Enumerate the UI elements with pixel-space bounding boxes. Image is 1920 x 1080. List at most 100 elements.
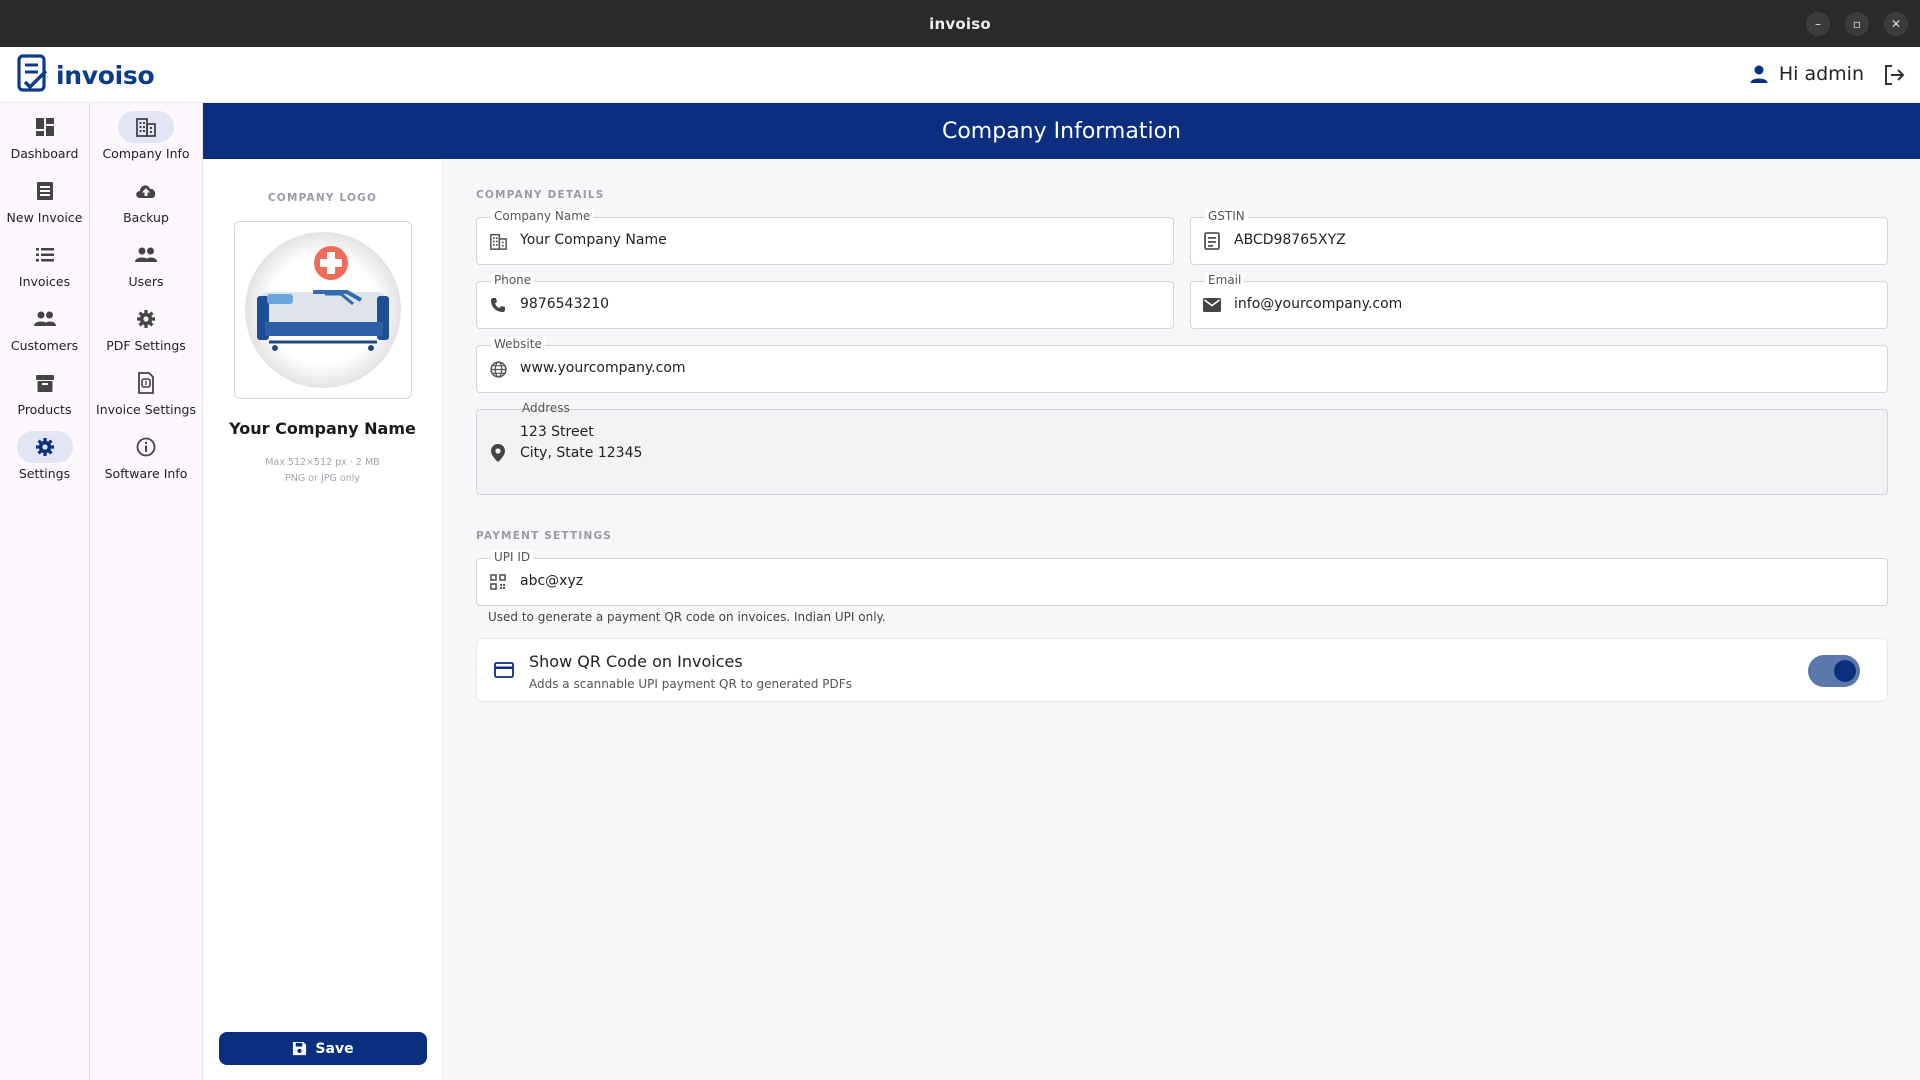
field-label: GSTIN [1205, 209, 1248, 223]
show-qr-toggle[interactable] [1808, 655, 1860, 687]
website-field[interactable]: Website www.yourcompany.com [476, 337, 1888, 393]
minimize-button[interactable]: – [1806, 12, 1830, 36]
address-input[interactable]: 123 Street City, State 12345 [520, 422, 642, 464]
nav-users[interactable]: Users [90, 231, 202, 295]
nav-products[interactable]: Products [0, 359, 89, 423]
logo-icon [17, 54, 48, 92]
gear-icon [35, 438, 54, 456]
app-header: invoiso Hi admin [0, 47, 1920, 103]
user-greeting[interactable]: Hi admin [1749, 63, 1864, 85]
field-label: Address [522, 401, 570, 415]
building-icon [489, 233, 507, 250]
nav-invoices[interactable]: Invoices [0, 231, 89, 295]
nav-label: Dashboard [10, 146, 79, 161]
save-button[interactable]: Save [219, 1032, 427, 1065]
badge-icon [1204, 232, 1220, 250]
company-logo-panel: COMPANY LOGO Your Company Name Max 512×5… [203, 159, 443, 1080]
payment-settings-label: PAYMENT SETTINGS [476, 530, 613, 542]
phone-input[interactable]: 9876543210 [520, 296, 609, 312]
qr-setting-title: Show QR Code on Invoices [529, 652, 743, 671]
address-field[interactable]: Address 123 Street City, State 12345 [476, 401, 1888, 495]
field-label: UPI ID [491, 550, 534, 564]
nav-label: Customers [10, 338, 79, 353]
nav-label: Invoices [18, 274, 71, 289]
nav-label: Software Info [104, 466, 188, 481]
logo-size-hint: Max 512×512 px · 2 MB [265, 457, 380, 468]
close-button[interactable]: ✕ [1884, 12, 1908, 36]
nav-label: Users [128, 274, 164, 289]
nav-label: Products [17, 402, 72, 417]
upi-id-input[interactable]: abc@xyz [520, 573, 583, 589]
nav-invoice-settings[interactable]: Invoice Settings [90, 359, 202, 423]
nav-label: Settings [18, 466, 71, 481]
people-icon [33, 311, 56, 326]
nav-new-invoice[interactable]: New Invoice [0, 167, 89, 231]
email-input[interactable]: info@yourcompany.com [1234, 296, 1402, 312]
logo-upload-area[interactable] [234, 221, 412, 399]
location-pin-icon [491, 444, 505, 462]
qr-code-icon [490, 574, 506, 590]
field-label: Website [491, 337, 545, 351]
nav-customers[interactable]: Customers [0, 295, 89, 359]
maximize-button[interactable]: ▫ [1845, 12, 1869, 36]
phone-field[interactable]: Phone 9876543210 [476, 273, 1174, 329]
nav-label: Company Info [102, 146, 190, 161]
address-line-2: City, State 12345 [520, 445, 643, 461]
nav-pdf-settings[interactable]: PDF Settings [90, 295, 202, 359]
window-controls: – ▫ ✕ [1806, 12, 1908, 36]
company-name-input[interactable]: Your Company Name [520, 232, 667, 248]
field-label: Company Name [491, 209, 594, 223]
primary-nav-rail: Dashboard New Invoice Invoices Customers… [0, 103, 90, 1080]
dashboard-icon [35, 118, 54, 136]
document-icon [138, 372, 154, 394]
nav-dashboard[interactable]: Dashboard [0, 103, 89, 167]
nav-software-info[interactable]: Software Info [90, 423, 202, 487]
settings-nav-rail: Company Info Backup Users PDF Settings I… [90, 103, 203, 1080]
logo-company-name: Your Company Name [229, 419, 416, 438]
window-title: invoiso [929, 14, 991, 33]
mail-icon [1203, 298, 1221, 312]
nav-backup[interactable]: Backup [90, 167, 202, 231]
qr-setting-subtitle: Adds a scannable UPI payment QR to gener… [529, 677, 852, 691]
nav-company-info[interactable]: Company Info [90, 103, 202, 167]
gear-icon [137, 310, 155, 328]
brand-name: invoiso [56, 60, 155, 90]
page-header: Company Information [203, 103, 1920, 159]
building-icon [136, 118, 156, 137]
globe-icon [489, 360, 507, 378]
email-field[interactable]: Email info@yourcompany.com [1190, 273, 1888, 329]
card-icon [494, 662, 514, 678]
info-icon [136, 437, 156, 457]
cloud-upload-icon [136, 185, 156, 198]
list-icon [35, 248, 54, 262]
nav-label: Invoice Settings [96, 402, 196, 417]
page-title: Company Information [941, 118, 1181, 144]
nav-label: Backup [123, 210, 169, 225]
greeting-text: Hi admin [1778, 63, 1864, 85]
logout-button[interactable] [1882, 63, 1906, 91]
window-titlebar: invoiso – ▫ ✕ [0, 0, 1920, 47]
gstin-field[interactable]: GSTIN ABCD98765XYZ [1190, 209, 1888, 265]
gstin-input[interactable]: ABCD98765XYZ [1234, 232, 1346, 248]
show-qr-setting[interactable]: Show QR Code on Invoices Adds a scannabl… [476, 638, 1888, 702]
people-icon [135, 247, 157, 262]
upi-helper-text: Used to generate a payment QR code on in… [488, 610, 886, 624]
nav-label: New Invoice [6, 210, 83, 225]
receipt-icon [36, 182, 53, 200]
save-icon [293, 1041, 307, 1056]
logo-section-label: COMPANY LOGO [267, 192, 378, 204]
logo-format-hint: PNG or JPG only [285, 473, 360, 484]
person-icon [1750, 65, 1768, 83]
logout-icon [1885, 65, 1905, 85]
upi-id-field[interactable]: UPI ID abc@xyz [476, 550, 1888, 606]
nav-label: PDF Settings [106, 338, 186, 353]
field-label: Phone [491, 273, 535, 287]
nav-settings[interactable]: Settings [0, 423, 89, 487]
save-label: Save [315, 1040, 354, 1057]
phone-icon [491, 298, 505, 312]
app-logo: invoiso [16, 53, 155, 97]
website-input[interactable]: www.yourcompany.com [520, 360, 686, 376]
company-name-field[interactable]: Company Name Your Company Name [476, 209, 1174, 265]
logo-hint: Max 512×512 px · 2 MB PNG or JPG only [203, 455, 442, 487]
company-logo-image [245, 232, 401, 388]
